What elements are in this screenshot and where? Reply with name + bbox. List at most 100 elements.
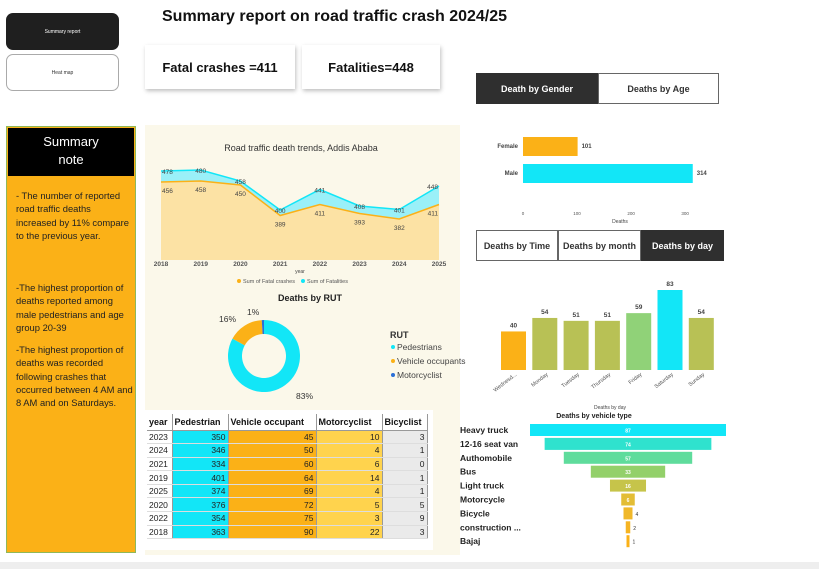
col-motorcyclist[interactable]: Motorcyclist [316, 414, 383, 431]
fatalities-label: 480 [195, 168, 206, 175]
table-cell: 401 [172, 470, 229, 485]
table-row[interactable]: 2024 346 50 4 1 [147, 443, 428, 458]
trend-x-tick: 2024 [392, 261, 407, 268]
day-bar[interactable] [532, 317, 558, 370]
table-row[interactable]: 2018 363 90 22 3 [147, 525, 428, 540]
table-cell: 1 [382, 470, 428, 485]
day-bar[interactable] [657, 290, 683, 370]
fatalities-label: 401 [394, 208, 405, 215]
table-cell: 2019 [147, 470, 173, 485]
summary-paragraph-1: - The number of reported road traffic de… [16, 190, 129, 241]
tab-month-label: Deaths by month [562, 240, 636, 251]
trend-x-tick: 2023 [352, 261, 367, 268]
table-row[interactable]: 2023 350 45 10 3 [147, 430, 428, 445]
table-cell: 5 [382, 497, 428, 513]
vehicle-value: 1 [633, 540, 636, 546]
summary-report-button[interactable]: Summary report [6, 13, 119, 50]
fatalities-label: 441 [314, 188, 325, 195]
vehicle-value: 6 [627, 498, 630, 504]
rut-label-vehicle: 16% [219, 314, 236, 324]
rut-label-pedestrians: 83% [296, 391, 313, 401]
table-cell: 14 [316, 470, 383, 485]
table-cell: 45 [228, 430, 317, 445]
gender-x-tick: 200 [627, 211, 635, 216]
vehicle-label: Heavy truck [460, 425, 508, 435]
tab-deaths-by-month[interactable]: Deaths by month [558, 230, 641, 261]
table-row[interactable]: 2025 374 69 4 1 [147, 484, 428, 499]
day-bar-chart: 40 Wednesd... 54 Monday 51 Tuesday 51 Thursday 5… [493, 281, 714, 411]
legend-marker-fatalities [301, 279, 305, 283]
col-year[interactable]: year [147, 414, 173, 431]
gender-bar-male[interactable] [523, 164, 693, 183]
col-pedestrian[interactable]: Pedestrian [172, 414, 229, 431]
col-bicyclist[interactable]: Bicyclist [382, 414, 428, 431]
table-row[interactable]: 2020 376 72 5 5 [147, 497, 428, 513]
table-cell: 2025 [147, 484, 173, 499]
vehicle-value: 74 [625, 442, 631, 448]
trend-x-tick: 2019 [193, 261, 208, 268]
vehicle-funnel-chart: Deaths by vehicle type Heavy truck 87 12-1… [460, 413, 726, 548]
table-row[interactable]: 2019 401 64 14 1 [147, 470, 428, 485]
gender-value: 314 [697, 171, 708, 177]
tab-death-by-gender[interactable]: Death by Gender [476, 73, 598, 104]
day-x-tick: Wednesd... [493, 372, 519, 394]
table-cell: 0 [382, 457, 428, 472]
gender-x-tick: 0 [522, 211, 525, 216]
table-cell: 64 [228, 470, 317, 485]
summary-paragraph-3: -The highest proportion of deaths was re… [16, 344, 133, 409]
table-cell: 334 [172, 457, 229, 472]
day-x-tick: Tuesday [561, 372, 581, 390]
bottom-scroll-bar[interactable] [0, 562, 819, 569]
tab-deaths-by-age[interactable]: Deaths by Age [598, 73, 719, 104]
fatalities-label: 408 [354, 204, 365, 211]
heat-map-label: Heat map [51, 69, 74, 76]
rut-legend-motorcyclist: Motorcyclist [397, 370, 443, 380]
gender-label: Male [505, 171, 519, 177]
vehicle-bar[interactable] [626, 535, 630, 548]
day-value: 51 [604, 312, 612, 319]
table-cell: 376 [172, 497, 229, 513]
vehicle-value: 16 [625, 484, 631, 490]
day-bar[interactable] [501, 331, 526, 370]
fatal-crashes-label: 456 [162, 188, 173, 195]
table-cell: 1 [382, 443, 428, 458]
col-vehicle-occupant[interactable]: Vehicle occupant [228, 414, 317, 431]
vehicle-label: Light truck [460, 481, 504, 491]
day-bar[interactable] [594, 320, 620, 370]
table-cell: 2022 [147, 511, 173, 526]
day-bar[interactable] [563, 320, 589, 370]
day-value: 54 [698, 309, 706, 316]
table-cell: 90 [228, 525, 317, 540]
table-cell: 3 [382, 525, 428, 540]
trend-x-tick: 2020 [233, 261, 248, 268]
fatalities-value: Fatalities=448 [328, 59, 414, 75]
tab-deaths-by-time[interactable]: Deaths by Time [476, 230, 558, 261]
tab-deaths-by-day[interactable]: Deaths by day [641, 230, 724, 261]
summary-paragraph-2: -The highest proportion of deaths report… [16, 282, 124, 333]
table-cell: 9 [382, 511, 428, 526]
gender-value: 101 [582, 144, 593, 150]
fatal-crashes-label: 393 [354, 220, 365, 227]
summary-note-title: Summary note [43, 134, 99, 167]
table-cell: 5 [316, 497, 383, 513]
table-row[interactable]: 2022 354 75 3 9 [147, 511, 428, 526]
heat-map-button[interactable]: Heat map [6, 54, 119, 91]
tab-time-label: Deaths by Time [483, 240, 551, 251]
fatal-crashes-card: Fatal crashes =411 [145, 45, 295, 89]
trend-x-tick: 2021 [273, 261, 288, 268]
day-x-tick: Thursday [590, 372, 612, 391]
vehicle-bar[interactable] [623, 507, 633, 520]
fatal-crashes-label: 458 [195, 187, 206, 194]
year-rut-table: year Pedestrian Vehicle occupant Motorcy… [147, 414, 428, 540]
vehicle-label: Authomobile [460, 453, 512, 463]
table-cell: 50 [228, 443, 317, 458]
table-row[interactable]: 2021 334 60 6 0 [147, 457, 428, 472]
day-bar[interactable] [626, 313, 652, 370]
day-bar[interactable] [688, 317, 714, 370]
table-cell: 4 [316, 443, 383, 458]
gender-bar-female[interactable] [523, 137, 578, 156]
legend-marker-vehicle [391, 359, 395, 363]
legend-fatal-crashes: Sum of Fatal crashes [243, 279, 295, 285]
vehicle-label: Motorcycle [460, 495, 505, 505]
vehicle-bar[interactable] [625, 521, 631, 534]
